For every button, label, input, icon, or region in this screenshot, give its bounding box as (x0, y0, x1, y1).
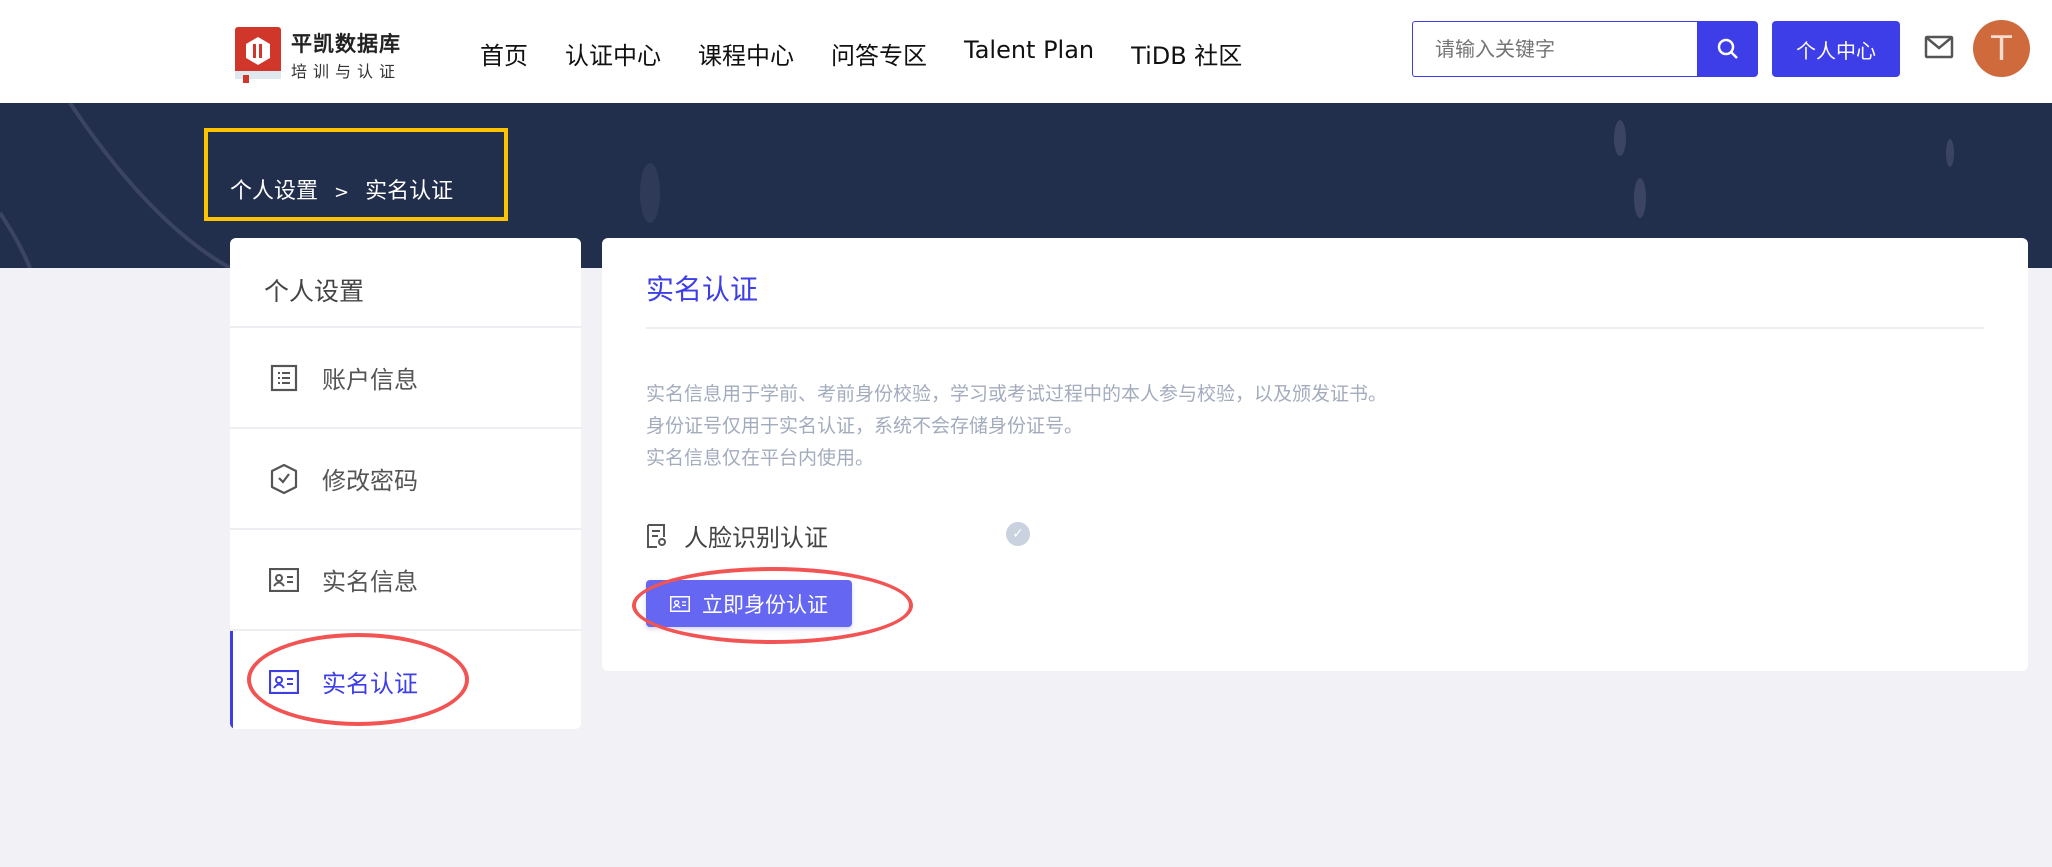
sidebar-item-change-password[interactable]: 修改密码 (230, 429, 581, 530)
list-icon (268, 362, 300, 394)
nav-qa[interactable]: 问答专区 (831, 36, 927, 71)
main-nav: 首页 认证中心 课程中心 问答专区 Talent Plan TiDB 社区 (480, 36, 1279, 71)
search-icon (1717, 38, 1738, 59)
sidebar-item-label: 实名信息 (322, 568, 418, 596)
settings-sidebar: 个人设置 账户信息 修改密码 实名信息 实名认证 (230, 238, 581, 729)
logo-icon (235, 27, 281, 83)
nav-home[interactable]: 首页 (480, 36, 528, 71)
nav-courses[interactable]: 课程中心 (698, 36, 794, 71)
divider (646, 327, 1984, 329)
sidebar-title: 个人设置 (230, 238, 581, 328)
breadcrumb: 个人设置 > 实名认证 (230, 173, 453, 205)
search-button[interactable] (1697, 21, 1758, 77)
face-recognition-row: 人脸识别认证 (646, 518, 828, 553)
breadcrumb-parent[interactable]: 个人设置 (230, 179, 318, 204)
start-verification-label: 立即身份认证 (702, 592, 828, 617)
shield-check-icon (268, 463, 300, 495)
page-title: 实名认证 (646, 273, 759, 306)
sidebar-item-label: 修改密码 (322, 467, 418, 495)
sidebar-item-realname-info[interactable]: 实名信息 (230, 530, 581, 631)
face-recognition-label: 人脸识别认证 (684, 524, 828, 552)
logo-subtitle: 培训与认证 (291, 62, 402, 81)
nav-talent-plan[interactable]: Talent Plan (964, 36, 1094, 71)
description-line: 实名信息用于学前、考前身份校验，学习或考试过程中的本人参与校验，以及颁发证书。 (646, 383, 1388, 405)
sidebar-item-label: 实名认证 (322, 670, 418, 698)
start-verification-button[interactable]: 立即身份认证 (646, 580, 852, 627)
id-card-icon (268, 666, 300, 698)
sidebar-item-realname-verification[interactable]: 实名认证 (230, 631, 581, 729)
id-card-icon (268, 564, 300, 596)
realname-panel: 实名认证 实名信息用于学前、考前身份校验，学习或考试过程中的本人参与校验，以及颁… (602, 238, 2028, 671)
description: 实名信息用于学前、考前身份校验，学习或考试过程中的本人参与校验，以及颁发证书。 … (646, 378, 1387, 474)
sidebar-item-label: 账户信息 (322, 366, 418, 394)
description-line: 实名信息仅在平台内使用。 (646, 447, 875, 469)
description-line: 身份证号仅用于实名认证，系统不会存储身份证号。 (646, 415, 1084, 437)
search-input[interactable] (1412, 21, 1698, 77)
logo-title: 平凯数据库 (291, 32, 401, 56)
sidebar-item-account-info[interactable]: 账户信息 (230, 328, 581, 429)
check-circle-icon: ✓ (1006, 522, 1030, 546)
document-icon (647, 523, 666, 548)
user-center-button[interactable]: 个人中心 (1772, 21, 1900, 77)
avatar[interactable]: T (1973, 20, 2030, 77)
breadcrumb-separator: > (334, 182, 350, 203)
mail-icon[interactable] (1924, 34, 1954, 60)
nav-tidb-community[interactable]: TiDB 社区 (1131, 36, 1242, 71)
breadcrumb-current: 实名认证 (365, 179, 454, 204)
top-header: 平凯数据库 培训与认证 首页 认证中心 课程中心 问答专区 Talent Pla… (0, 0, 2052, 103)
id-card-icon (670, 595, 690, 612)
nav-certification[interactable]: 认证中心 (565, 36, 661, 71)
